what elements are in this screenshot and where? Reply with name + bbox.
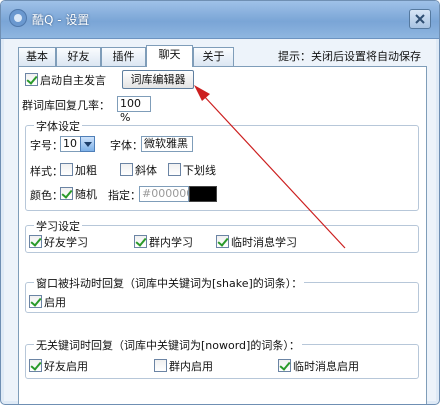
- tab-about[interactable]: 关于: [193, 47, 234, 66]
- close-button[interactable]: [409, 9, 431, 29]
- friend-study-label: 好友学习: [44, 236, 88, 249]
- noword-friend-checkbox[interactable]: [29, 359, 42, 372]
- font-name-label: 字体：: [110, 139, 143, 152]
- tab-plugins[interactable]: 插件: [101, 47, 146, 66]
- group-study-label: 群内学习: [149, 236, 193, 249]
- window-title: 酷Q - 设置: [32, 13, 90, 27]
- reply-rate-input[interactable]: 100 %: [117, 96, 151, 124]
- underline-option[interactable]: 下划线: [168, 162, 216, 178]
- noword-friend-option[interactable]: 好友启用: [29, 358, 88, 374]
- italic-checkbox[interactable]: [120, 163, 133, 176]
- group-study-checkbox[interactable]: [134, 235, 147, 248]
- random-color-checkbox[interactable]: [60, 187, 73, 200]
- study-settings-group: 学习设定 好友学习 群内学习 临时消息学习: [25, 218, 419, 253]
- shake-group-title: 窗口被抖动时回复（词库中关键词为[shake]的词条）：: [34, 275, 305, 291]
- tab-chat[interactable]: 聊天: [146, 45, 193, 67]
- bold-label: 加粗: [75, 164, 97, 177]
- bold-checkbox[interactable]: [60, 163, 73, 176]
- specify-color-label: 指定：: [108, 189, 141, 202]
- close-icon: [415, 14, 425, 24]
- friend-study-option[interactable]: 好友学习: [29, 234, 88, 250]
- title-bar[interactable]: 酷Q - 设置: [1, 1, 439, 39]
- font-style-label: 样式：: [30, 165, 63, 178]
- font-color-label: 颜色：: [30, 189, 63, 202]
- italic-label: 斜体: [135, 164, 157, 177]
- noword-group-option[interactable]: 群内启用: [154, 358, 213, 374]
- temp-study-checkbox[interactable]: [216, 235, 229, 248]
- client-area: 基本 好友 插件 聊天 关于 提示：关闭后设置将自动保存 启动自主发言 词库编辑…: [4, 39, 436, 404]
- noword-temp-option[interactable]: 临时消息启用: [278, 358, 359, 374]
- study-group-title: 学习设定: [34, 218, 82, 234]
- chat-settings-panel: 启动自主发言 词库编辑器 群词库回复几率： 100 % 字体设定 字号： 10 …: [18, 66, 427, 404]
- font-settings-group: 字体设定 字号： 10 字体： 微软雅黑 样式： 加粗 斜体 下划线 颜色： 随…: [25, 118, 419, 211]
- font-size-dropdown-button[interactable]: [80, 136, 95, 152]
- temp-study-option[interactable]: 临时消息学习: [216, 234, 297, 250]
- random-color-label: 随机: [75, 188, 97, 201]
- noword-reply-group: 无关键词时回复（词库中关键词为[noword]的词条）： 好友启用 群内启用 临…: [25, 337, 419, 379]
- noword-group-checkbox[interactable]: [154, 359, 167, 372]
- app-icon: [9, 9, 27, 27]
- auto-speak-option[interactable]: 启动自主发言: [25, 72, 106, 88]
- shake-enable-checkbox[interactable]: [29, 295, 42, 308]
- color-hex-input[interactable]: #000000: [139, 186, 193, 202]
- noword-friend-label: 好友启用: [44, 360, 88, 373]
- underline-checkbox[interactable]: [168, 163, 181, 176]
- noword-group-title: 无关键词时回复（词库中关键词为[noword]的词条）：: [34, 337, 302, 353]
- group-study-option[interactable]: 群内学习: [134, 234, 193, 250]
- bold-option[interactable]: 加粗: [60, 162, 97, 178]
- font-size-label: 字号：: [30, 139, 63, 152]
- temp-study-label: 临时消息学习: [231, 236, 297, 249]
- underline-label: 下划线: [183, 164, 216, 177]
- noword-group-label: 群内启用: [169, 360, 213, 373]
- tab-friends[interactable]: 好友: [56, 47, 101, 66]
- autosave-hint: 提示：关闭后设置将自动保存: [278, 50, 421, 63]
- shake-reply-group: 窗口被抖动时回复（词库中关键词为[shake]的词条）： 启用: [25, 275, 419, 313]
- noword-temp-label: 临时消息启用: [293, 360, 359, 373]
- font-group-title: 字体设定: [34, 118, 82, 134]
- random-color-option[interactable]: 随机: [60, 186, 97, 202]
- noword-temp-checkbox[interactable]: [278, 359, 291, 372]
- color-swatch[interactable]: [189, 186, 217, 202]
- settings-window: 酷Q - 设置 基本 好友 插件 聊天 关于 提示：关闭后设置将自动保存 启动自…: [0, 0, 440, 405]
- tab-basic[interactable]: 基本: [18, 47, 56, 66]
- dropdown-arrow-icon: [84, 142, 92, 147]
- lexicon-editor-button[interactable]: 词库编辑器: [122, 70, 194, 89]
- auto-speak-label: 启动自主发言: [40, 74, 106, 87]
- reply-rate-label: 群词库回复几率：: [22, 99, 110, 112]
- italic-option[interactable]: 斜体: [120, 162, 157, 178]
- friend-study-checkbox[interactable]: [29, 235, 42, 248]
- font-name-input[interactable]: 微软雅黑: [141, 136, 193, 152]
- shake-enable-label: 启用: [44, 296, 66, 309]
- shake-enable-option[interactable]: 启用: [29, 294, 66, 310]
- auto-speak-checkbox[interactable]: [25, 73, 38, 86]
